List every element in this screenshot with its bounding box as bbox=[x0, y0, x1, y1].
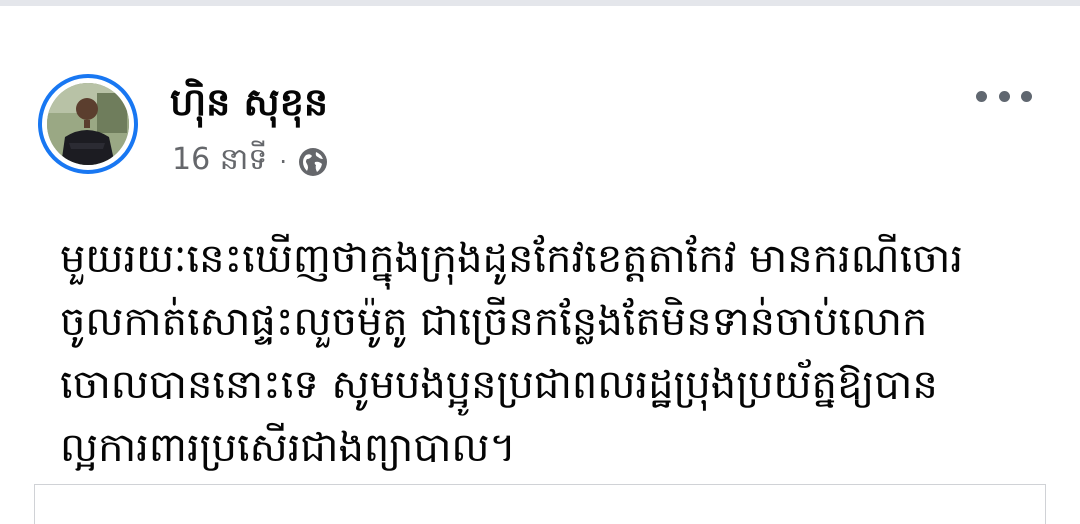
profile-photo bbox=[47, 83, 129, 165]
post-body-text: មួយរយៈនេះឃើញថាក្នុងក្រុងដូនកែវខេត្តតាកែវ… bbox=[60, 236, 964, 471]
more-options-icon[interactable] bbox=[976, 82, 1032, 110]
feed-post: ហ៊ិន សុខុន 16 នាទី · មួយរយៈនេះឃើញថាក្នុង… bbox=[0, 6, 1080, 524]
post-timestamp[interactable]: 16 នាទី bbox=[172, 140, 267, 184]
more-dot bbox=[998, 90, 1010, 102]
avatar[interactable] bbox=[38, 74, 138, 174]
post-meta: 16 នាទី · bbox=[172, 142, 329, 180]
profile-photo-image bbox=[47, 83, 129, 165]
link-attachment-preview[interactable] bbox=[34, 484, 1046, 524]
globe-icon[interactable] bbox=[297, 146, 329, 178]
author-name[interactable]: ហ៊ិន សុខុន bbox=[170, 78, 328, 126]
more-dot bbox=[1021, 90, 1032, 102]
more-dot bbox=[976, 90, 987, 102]
meta-separator: · bbox=[279, 148, 287, 176]
